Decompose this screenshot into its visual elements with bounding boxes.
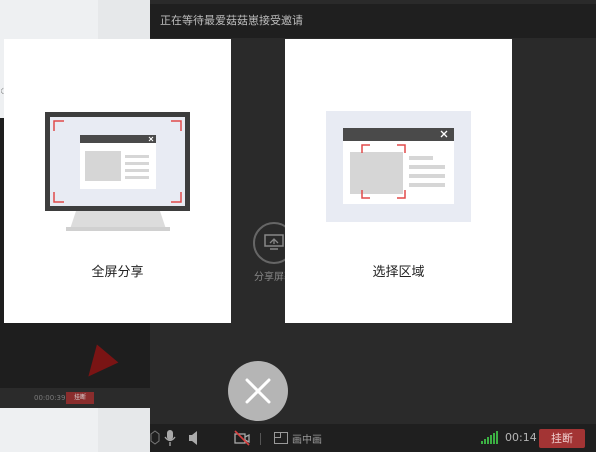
select-region-option[interactable]: 选择区域 [285, 39, 512, 323]
hangup-button[interactable]: 挂断 [539, 429, 585, 448]
camera-off-icon[interactable] [234, 430, 250, 446]
monitor-icon [45, 112, 190, 231]
fullscreen-share-label: 全屏分享 [91, 265, 144, 280]
background-mini-bar: 00:00:39 挂断 [0, 388, 150, 408]
close-button[interactable] [228, 361, 288, 421]
background-timer: 00:00:39 [34, 394, 66, 402]
call-status-title: 正在等待最爱菇菇崽接受邀请 [150, 4, 596, 38]
fullscreen-share-option[interactable]: 全屏分享 [4, 39, 231, 323]
toolbar-divider [260, 433, 261, 445]
pip-icon[interactable] [274, 432, 288, 444]
microphone-icon[interactable] [164, 430, 176, 446]
call-timer: 00:14 [505, 431, 537, 444]
pip-label[interactable]: 画中画 [292, 431, 322, 446]
region-select-icon [326, 111, 471, 222]
speaker-icon[interactable] [188, 430, 202, 446]
select-region-label: 选择区域 [372, 265, 425, 280]
call-toolbar: 画中画 00:14 挂断 [150, 424, 596, 452]
cube-icon[interactable] [150, 429, 160, 445]
close-icon [245, 378, 271, 404]
background-hangup-button: 挂断 [66, 392, 94, 404]
